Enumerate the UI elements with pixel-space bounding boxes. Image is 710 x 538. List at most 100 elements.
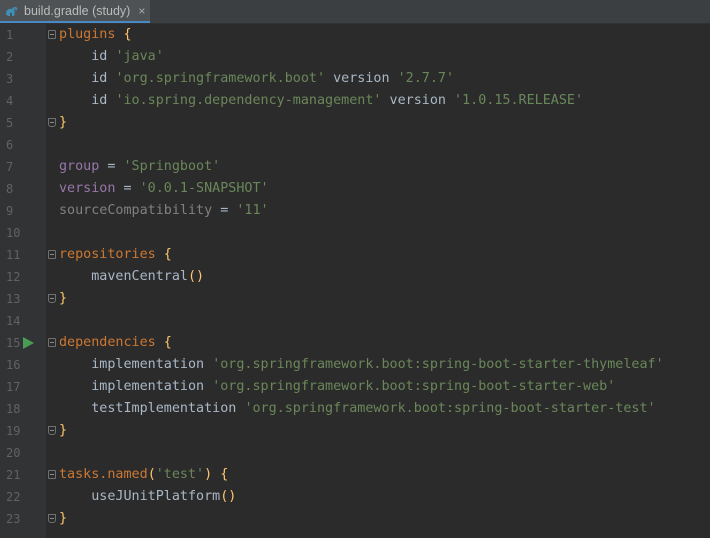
fold-close-icon[interactable]	[48, 426, 56, 435]
code-token: plugins	[59, 27, 116, 42]
code-line: 1 plugins {	[0, 24, 710, 46]
code-line: 11 repositories {	[0, 244, 710, 266]
code-line: 22 useJUnitPlatform()	[0, 486, 710, 508]
code-token: repositories	[59, 247, 156, 262]
code-token: }	[59, 115, 68, 130]
code-token: implementation	[59, 379, 213, 394]
code-line: 18 testImplementation 'org.springframewo…	[0, 398, 710, 420]
code-line: 2 id 'java'	[0, 46, 710, 68]
code-line: 10	[0, 222, 710, 244]
code-line: 4 id 'io.spring.dependency-management' v…	[0, 90, 710, 112]
code-line: 8 version = '0.0.1-SNAPSHOT'	[0, 178, 710, 200]
code-token: }	[59, 511, 68, 526]
line-number: 2	[6, 50, 14, 64]
line-number: 11	[6, 248, 21, 262]
fold-close-icon[interactable]	[48, 514, 56, 523]
code-line: 14	[0, 310, 710, 332]
code-editor[interactable]: 1 plugins { 2 id 'java' 3 id 'org.spring…	[0, 24, 710, 538]
code-token: }	[59, 423, 68, 438]
code-token: testImplementation	[59, 401, 245, 416]
line-number: 8	[6, 182, 14, 196]
code-line: 20	[0, 442, 710, 464]
code-line: 12 mavenCentral()	[0, 266, 710, 288]
line-number: 5	[6, 116, 14, 130]
code-token: }	[59, 291, 68, 306]
fold-open-icon[interactable]	[48, 250, 56, 259]
close-tab-icon[interactable]: ×	[138, 4, 145, 18]
code-token: version	[381, 93, 455, 108]
code-token: mavenCentral	[59, 269, 188, 284]
code-line: 7 group = 'Springboot'	[0, 156, 710, 178]
code-token: {	[155, 247, 172, 262]
line-number: 7	[6, 160, 14, 174]
code-token: 'test'	[155, 467, 205, 482]
code-line: 5 }	[0, 112, 710, 134]
code-token: 'org.springframework.boot:spring-boot-st…	[212, 357, 664, 372]
code-token: =	[99, 159, 124, 174]
code-line: 23 }	[0, 508, 710, 530]
code-token: (	[147, 467, 156, 482]
line-number: 21	[6, 468, 21, 482]
code-line: 16 implementation 'org.springframework.b…	[0, 354, 710, 376]
code-token: '1.0.15.RELEASE'	[454, 93, 584, 108]
fold-close-icon[interactable]	[48, 118, 56, 127]
code-token: useJUnitPlatform	[59, 489, 221, 504]
code-token: 'org.springframework.boot:spring-boot-st…	[244, 401, 656, 416]
code-token: {	[115, 27, 132, 42]
line-number: 18	[6, 402, 21, 416]
code-token: dependencies	[59, 335, 156, 350]
code-token: group	[59, 159, 100, 174]
code-token: 'java'	[115, 49, 164, 64]
line-number: 15	[6, 336, 21, 350]
tab-build-gradle[interactable]: build.gradle (study) ×	[0, 0, 150, 23]
code-token: version	[59, 181, 116, 196]
code-token: ()	[188, 269, 205, 284]
line-number: 1	[6, 28, 14, 42]
line-number: 20	[6, 446, 21, 460]
code-token: sourceCompatibility	[59, 203, 213, 218]
code-token: {	[212, 467, 229, 482]
line-number: 12	[6, 270, 21, 284]
code-token: '11'	[236, 203, 269, 218]
code-token: ()	[220, 489, 237, 504]
line-number: 16	[6, 358, 21, 372]
code-token: id	[59, 49, 116, 64]
line-number: 19	[6, 424, 21, 438]
code-token: =	[212, 203, 237, 218]
code-token: id	[59, 93, 116, 108]
code-line: 19 }	[0, 420, 710, 442]
code-token: tasks.named	[59, 467, 148, 482]
line-number: 9	[6, 204, 14, 218]
line-number: 4	[6, 94, 14, 108]
code-token: id	[59, 71, 116, 86]
line-number: 13	[6, 292, 21, 306]
code-token: 'org.springframework.boot:spring-boot-st…	[212, 379, 616, 394]
line-number: 14	[6, 314, 21, 328]
line-number: 10	[6, 226, 21, 240]
code-token: {	[155, 335, 172, 350]
line-number: 17	[6, 380, 21, 394]
line-number: 6	[6, 138, 14, 152]
code-line: 13 }	[0, 288, 710, 310]
code-line: 3 id 'org.springframework.boot' version …	[0, 68, 710, 90]
code-line: 6	[0, 134, 710, 156]
code-line: 21 tasks.named('test') {	[0, 464, 710, 486]
code-token: implementation	[59, 357, 213, 372]
run-gutter-icon[interactable]	[23, 337, 34, 349]
fold-open-icon[interactable]	[48, 470, 56, 479]
code-line: 15 dependencies {	[0, 332, 710, 354]
tab-title: build.gradle (study)	[24, 3, 131, 18]
gradle-icon	[5, 4, 19, 18]
editor-tab-bar: build.gradle (study) ×	[0, 0, 710, 24]
code-token: =	[115, 181, 140, 196]
line-number: 22	[6, 490, 21, 504]
line-number: 23	[6, 512, 21, 526]
code-token: version	[325, 71, 398, 86]
code-line: 17 implementation 'org.springframework.b…	[0, 376, 710, 398]
code-token: '2.7.7'	[397, 71, 455, 86]
fold-close-icon[interactable]	[48, 294, 56, 303]
fold-open-icon[interactable]	[48, 30, 56, 39]
code-token: 'io.spring.dependency-management'	[115, 93, 382, 108]
line-number: 3	[6, 72, 14, 86]
fold-open-icon[interactable]	[48, 338, 56, 347]
